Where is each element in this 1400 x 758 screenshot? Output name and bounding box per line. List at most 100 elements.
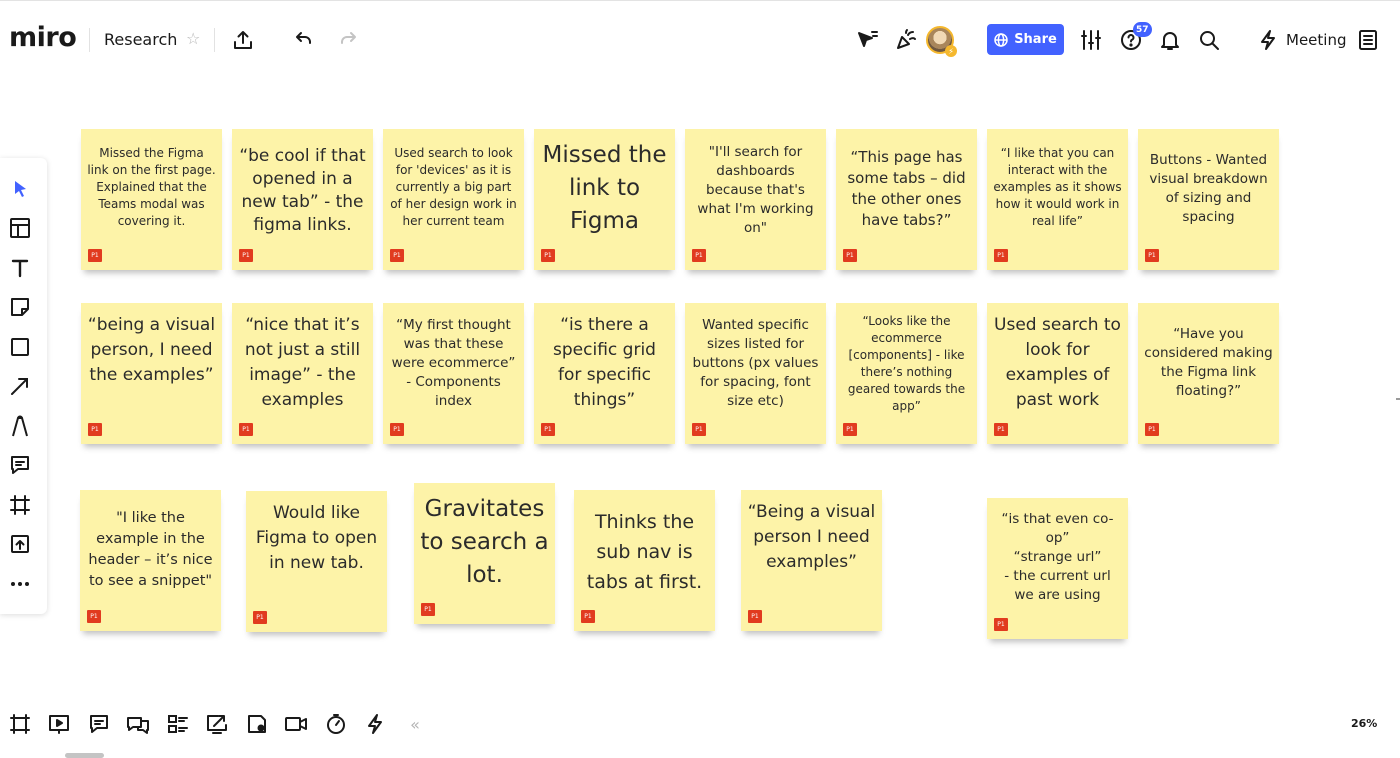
sticky-note[interactable]: Wanted specific sizes listed for buttons… — [685, 303, 826, 444]
settings-sliders-icon[interactable] — [1077, 26, 1105, 54]
frame-icon[interactable] — [7, 492, 33, 518]
more-tools-icon[interactable] — [7, 571, 33, 597]
participant-tag: P1 — [88, 249, 102, 262]
sticky-note[interactable]: “This page has some tabs – did the other… — [836, 129, 977, 270]
sticky-note[interactable]: Buttons - Wanted visual breakdown of siz… — [1138, 129, 1279, 270]
sticky-note[interactable]: “I like that you can interact with the e… — [987, 129, 1128, 270]
comments-panel-icon[interactable] — [86, 711, 112, 737]
sticky-note-text: Gravitates to search a lot. — [420, 496, 549, 588]
sticky-note-text: Missed the link to Figma — [542, 142, 667, 234]
participant-tag: P1 — [748, 610, 762, 623]
zoom-level[interactable]: 26% — [1351, 717, 1377, 730]
sticky-note-text: Would like Figma to open in new tab. — [255, 503, 378, 573]
search-icon[interactable] — [1195, 26, 1223, 54]
timer-icon[interactable] — [323, 711, 349, 737]
board-title[interactable]: Research — [104, 30, 177, 50]
celebrate-icon[interactable] — [892, 26, 920, 54]
upload-icon[interactable] — [7, 531, 33, 557]
meeting-button[interactable]: Meeting — [1258, 26, 1346, 54]
chat-icon[interactable] — [125, 711, 151, 737]
collapse-toolbar-icon[interactable]: « — [402, 711, 428, 737]
lightning-icon — [1261, 30, 1275, 50]
participant-tag: P1 — [541, 423, 555, 436]
sticky-note-text: “is that even co-op” “strange url” - the… — [1001, 511, 1114, 603]
sticky-note[interactable]: “Looks like the ecommerce [components] -… — [836, 303, 977, 444]
sticky-note-icon[interactable] — [7, 294, 33, 320]
sticky-note[interactable]: Gravitates to search a lot. P1 — [414, 483, 555, 624]
shape-tool-icon[interactable] — [7, 334, 33, 360]
sticky-note[interactable]: “Have you considered making the Figma li… — [1138, 303, 1279, 444]
participant-tag: P1 — [239, 249, 253, 262]
sticky-note-text: Thinks the sub nav is tabs at first. — [586, 511, 703, 593]
connection-line-icon[interactable] — [7, 373, 33, 399]
vertical-scrollbar[interactable] — [1396, 398, 1400, 400]
sticky-note[interactable]: Missed the link to Figma P1 — [534, 129, 675, 270]
sticky-note[interactable]: “Being a visual person I need examples” … — [741, 490, 882, 631]
participant-tag: P1 — [390, 423, 404, 436]
sticky-note[interactable]: “My first thought was that these were ec… — [383, 303, 524, 444]
participant-tag: P1 — [994, 249, 1008, 262]
bell-icon[interactable] — [1156, 26, 1184, 54]
participant-tag: P1 — [421, 603, 435, 616]
horizontal-scrollbar[interactable] — [65, 753, 104, 758]
comment-icon[interactable] — [7, 452, 33, 478]
participant-tag: P1 — [843, 249, 857, 262]
sticky-note-text: “Being a visual person I need examples” — [747, 502, 876, 572]
sticky-note[interactable]: “be cool if that opened in a new tab” - … — [232, 129, 373, 270]
sticky-note-text: “Have you considered making the Figma li… — [1144, 326, 1273, 399]
header-divider — [89, 28, 90, 52]
select-tool-icon[interactable] — [7, 176, 33, 202]
undo-icon[interactable] — [288, 26, 316, 54]
frames-panel-icon[interactable] — [7, 711, 33, 737]
sticky-note[interactable]: "I like the example in the header – it’s… — [80, 490, 221, 631]
participant-tag: P1 — [581, 610, 595, 623]
notification-count-badge: 57 — [1133, 22, 1152, 37]
text-tool-icon[interactable] — [7, 255, 33, 281]
sticky-note[interactable]: Thinks the sub nav is tabs at first. P1 — [574, 490, 715, 631]
sticky-note-text: Missed the Figma link on the first page.… — [87, 146, 216, 228]
sticky-note[interactable]: “is there a specific grid for specific t… — [534, 303, 675, 444]
share-button[interactable]: Share — [987, 24, 1064, 55]
participant-tag: P1 — [994, 423, 1008, 436]
sticky-note[interactable]: Used search to look for 'devices' as it … — [383, 129, 524, 270]
participant-tag: P1 — [994, 618, 1008, 631]
participant-tag: P1 — [253, 611, 267, 624]
participant-tag: P1 — [88, 423, 102, 436]
embed-icon[interactable] — [244, 711, 270, 737]
export-icon[interactable] — [229, 26, 257, 54]
miro-logo[interactable]: miro — [9, 23, 77, 53]
sticky-note[interactable]: Would like Figma to open in new tab. P1 — [246, 491, 387, 632]
header-divider — [214, 28, 215, 52]
presentation-icon[interactable] — [46, 711, 72, 737]
star-icon[interactable]: ☆ — [186, 29, 200, 48]
avatar-status-badge: ⚡ — [945, 45, 957, 57]
lightning-apps-icon[interactable] — [362, 711, 388, 737]
sticky-note-text: “This page has some tabs – did the other… — [847, 148, 966, 229]
participant-tag: P1 — [692, 423, 706, 436]
miro-board-app: miro Research ☆ ⚡ Share 57 Meeting Misse… — [0, 0, 1400, 758]
templates-icon[interactable] — [7, 215, 33, 241]
sticky-note-text: Wanted specific sizes listed for buttons… — [692, 317, 819, 409]
sticky-note[interactable]: “being a visual person, I need the examp… — [81, 303, 222, 444]
sticky-note-text: “I like that you can interact with the e… — [993, 146, 1122, 228]
redo-icon[interactable] — [336, 26, 364, 54]
sticky-note-text: Buttons - Wanted visual breakdown of siz… — [1149, 152, 1268, 225]
sticky-note[interactable]: Used search to look for examples of past… — [987, 303, 1128, 444]
sticky-note-text: “be cool if that opened in a new tab” - … — [239, 146, 366, 235]
pen-tool-icon[interactable] — [7, 413, 33, 439]
sticky-note-text: “Looks like the ecommerce [components] -… — [847, 314, 966, 413]
sticky-note-text: “is there a specific grid for specific t… — [553, 315, 656, 410]
sticky-note[interactable]: “nice that it’s not just a still image” … — [232, 303, 373, 444]
cursor-collaborators-icon[interactable] — [853, 26, 881, 54]
participant-tag: P1 — [1145, 423, 1159, 436]
cards-icon[interactable] — [165, 711, 191, 737]
video-call-icon[interactable] — [283, 711, 309, 737]
participant-tag: P1 — [541, 249, 555, 262]
board-menu-icon[interactable] — [1354, 26, 1382, 54]
screen-share-icon[interactable] — [204, 711, 230, 737]
left-toolbar — [0, 158, 47, 614]
sticky-note[interactable]: Missed the Figma link on the first page.… — [81, 129, 222, 270]
sticky-note[interactable]: “is that even co-op” “strange url” - the… — [987, 498, 1128, 639]
sticky-note[interactable]: "I'll search for dashboards because that… — [685, 129, 826, 270]
share-label: Share — [1014, 32, 1057, 47]
